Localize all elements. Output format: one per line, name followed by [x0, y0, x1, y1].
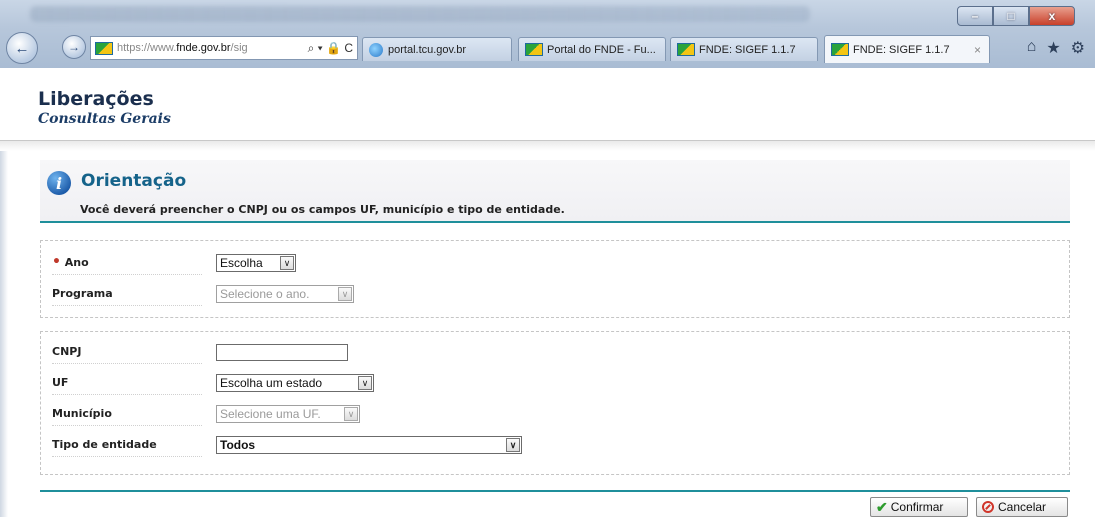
- municipio-label: Município: [52, 407, 112, 420]
- municipio-select[interactable]: Selecione uma UF. ∨: [216, 405, 360, 423]
- tipo-entidade-label: Tipo de entidade: [52, 438, 157, 451]
- browser-chrome: – □ x ← → https://www. fnde.gov.br /sig …: [0, 0, 1095, 69]
- confirm-button[interactable]: ✔ Confirmar: [870, 497, 968, 517]
- orientation-divider: [40, 221, 1070, 223]
- programa-select[interactable]: Selecione o ano. ∨: [216, 285, 354, 303]
- favorites-star-icon[interactable]: ★: [1046, 38, 1060, 58]
- ano-label: • Ano: [52, 254, 89, 270]
- address-tools-icons[interactable]: ⌕ ▾ 🔒 C: [308, 41, 357, 56]
- page-header: Liberações Consultas Gerais: [0, 68, 1095, 146]
- uf-select[interactable]: Escolha um estado ∨: [216, 374, 374, 392]
- back-arrow-icon: ←: [14, 39, 30, 57]
- tab-label: FNDE: SIGEF 1.1.7: [853, 43, 950, 56]
- fnde-favicon-icon: [831, 43, 849, 56]
- fnde-favicon-icon: [677, 43, 695, 56]
- close-window-button[interactable]: x: [1029, 6, 1075, 26]
- url-suffix: /sig: [230, 42, 248, 54]
- tipo-entidade-select[interactable]: Todos ∨: [216, 436, 522, 454]
- row-divider: [52, 455, 202, 457]
- row-divider: [52, 362, 202, 364]
- fieldset-ano-programa: [40, 240, 1070, 318]
- fnde-favicon-icon: [95, 41, 113, 55]
- tab-label: Portal do FNDE - Fu...: [547, 43, 656, 56]
- row-divider: [52, 424, 202, 426]
- checkmark-icon: ✔: [876, 498, 888, 515]
- cnpj-label: CNPJ: [52, 345, 82, 358]
- chevron-down-icon: ∨: [338, 287, 352, 301]
- required-marker: •: [52, 254, 61, 270]
- page-subtitle: Consultas Gerais: [38, 111, 171, 127]
- tab-tcu[interactable]: portal.tcu.gov.br: [362, 37, 512, 61]
- actions-divider: [40, 490, 1070, 492]
- uf-label: UF: [52, 376, 69, 389]
- url-host: fnde.gov.br: [176, 42, 231, 54]
- row-divider: [52, 393, 202, 395]
- orientation-title: Orientação: [81, 171, 187, 191]
- cancel-circle-icon: [982, 501, 994, 513]
- title-bar: [30, 6, 810, 22]
- orientation-text: Você deverá preencher o CNPJ ou os campo…: [80, 203, 565, 216]
- window-controls: – □ x: [957, 6, 1075, 26]
- chevron-down-icon: ∨: [280, 256, 294, 270]
- fnde-favicon-icon: [525, 43, 543, 56]
- url-prefix: https://www.: [117, 42, 177, 54]
- forward-arrow-icon: →: [68, 40, 80, 54]
- maximize-button[interactable]: □: [993, 6, 1029, 26]
- ano-select[interactable]: Escolha ∨: [216, 254, 296, 272]
- cancel-button[interactable]: Cancelar: [976, 497, 1068, 517]
- row-divider: [52, 304, 202, 306]
- tab-label: FNDE: SIGEF 1.1.7: [699, 43, 796, 56]
- chevron-down-icon: ∨: [344, 407, 358, 421]
- header-divider: [0, 140, 1095, 151]
- chevron-down-icon: ∨: [506, 438, 520, 452]
- ie-page-icon: [369, 42, 383, 57]
- tab-portal-fnde[interactable]: Portal do FNDE - Fu...: [518, 37, 666, 61]
- back-button[interactable]: ←: [6, 32, 38, 64]
- tab-label: portal.tcu.gov.br: [388, 43, 467, 56]
- home-icon[interactable]: ⌂: [1027, 38, 1037, 58]
- fieldset-entidade: [40, 331, 1070, 475]
- forward-button[interactable]: →: [62, 35, 86, 59]
- address-bar[interactable]: https://www. fnde.gov.br /sig ⌕ ▾ 🔒 C: [90, 36, 358, 60]
- tab-sigef-active[interactable]: FNDE: SIGEF 1.1.7 ×: [824, 35, 990, 63]
- info-icon: i: [47, 171, 71, 195]
- programa-label: Programa: [52, 287, 113, 300]
- row-divider: [52, 273, 202, 275]
- toolbar-icons: ⌂ ★ ⚙: [1027, 38, 1085, 58]
- tab-close-icon[interactable]: ×: [974, 43, 981, 57]
- page-title: Liberações: [38, 88, 154, 110]
- chevron-down-icon: ∨: [358, 376, 372, 390]
- settings-gear-icon[interactable]: ⚙: [1071, 38, 1085, 58]
- minimize-button[interactable]: –: [957, 6, 993, 26]
- cnpj-input[interactable]: [216, 344, 348, 361]
- tab-sigef-1[interactable]: FNDE: SIGEF 1.1.7: [670, 37, 818, 61]
